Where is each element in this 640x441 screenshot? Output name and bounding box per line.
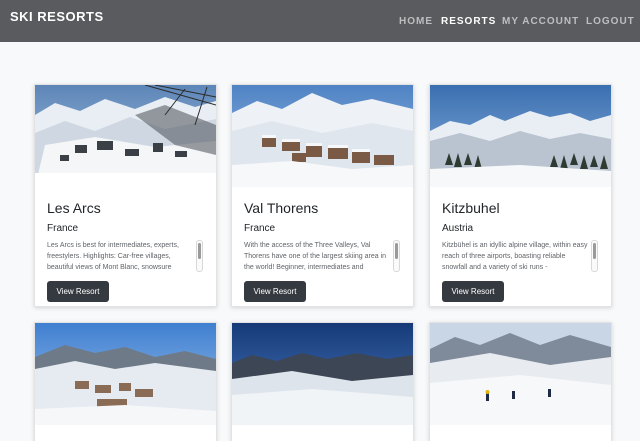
resort-country: France xyxy=(244,223,276,234)
resort-description: With the access of the Three Valleys, Va… xyxy=(244,242,387,271)
resort-image xyxy=(430,85,611,187)
resort-image xyxy=(232,85,413,187)
resort-card xyxy=(429,322,612,441)
resort-card xyxy=(34,322,217,441)
resort-name: Kitzbuhel xyxy=(442,200,500,216)
resort-country: Austria xyxy=(442,223,474,234)
scrollbar-thumb[interactable] xyxy=(593,243,596,259)
scrollbar-thumb[interactable] xyxy=(395,243,398,259)
resort-image xyxy=(35,323,216,425)
resort-description: Les Arcs is best for intermediates, expe… xyxy=(47,242,179,271)
description-scrollbar[interactable] xyxy=(591,240,598,272)
view-resort-button[interactable]: View Resort xyxy=(244,281,306,302)
resort-image xyxy=(232,323,413,425)
view-resort-button[interactable]: View Resort xyxy=(47,281,109,302)
resort-card xyxy=(231,322,414,441)
brand-logo[interactable]: SKI RESORTS xyxy=(10,9,104,24)
resort-card: Les Arcs France Les Arcs is best for int… xyxy=(34,84,217,307)
navbar: SKI RESORTS HOME RESORTS MY ACCOUNT LOGO… xyxy=(0,0,640,42)
resort-card: Kitzbuhel Austria Kitzbühel is an idylli… xyxy=(429,84,612,307)
resort-name: Les Arcs xyxy=(47,200,101,216)
description-scrollbar[interactable] xyxy=(196,240,203,272)
resort-image xyxy=(430,323,611,425)
resort-card: Val Thorens France With the access of th… xyxy=(231,84,414,307)
nav-link-my-account[interactable]: MY ACCOUNT xyxy=(502,16,579,27)
resort-name: Val Thorens xyxy=(244,200,319,216)
resort-description: Kitzbühel is an idyllic alpine village, … xyxy=(442,242,588,271)
description-scrollbar[interactable] xyxy=(393,240,400,272)
scrollbar-thumb[interactable] xyxy=(198,243,201,259)
resort-country: France xyxy=(47,223,79,234)
view-resort-button[interactable]: View Resort xyxy=(442,281,504,302)
nav-link-logout[interactable]: LOGOUT xyxy=(586,16,635,27)
nav-link-home[interactable]: HOME xyxy=(399,16,433,27)
resort-image xyxy=(35,85,216,187)
nav-link-resorts[interactable]: RESORTS xyxy=(441,16,496,27)
